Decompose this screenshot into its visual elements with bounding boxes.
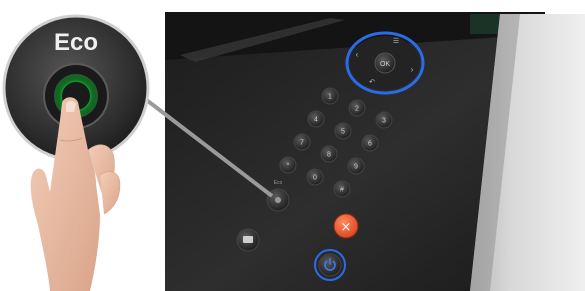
keypad-key-label: 6 — [368, 141, 372, 148]
keypad-key-label: * — [287, 163, 290, 170]
keypad-key[interactable]: 5 — [334, 122, 352, 140]
nav-pad[interactable]: OK ☰ ‹ › ↶ — [345, 31, 425, 95]
keypad-key[interactable]: * — [279, 156, 297, 174]
keypad-key[interactable]: 4 — [307, 110, 325, 128]
print-screen-button[interactable] — [236, 228, 260, 252]
keypad-key[interactable]: 8 — [320, 145, 338, 163]
stop-icon: × — [341, 220, 352, 235]
keypad-key[interactable]: 9 — [347, 157, 365, 175]
keypad-key[interactable]: 7 — [293, 133, 311, 151]
keypad-key-label: 9 — [354, 164, 358, 171]
stop-button[interactable]: × — [333, 213, 359, 239]
inset-eco-label: Eco — [54, 29, 98, 56]
keypad-key-label: 0 — [313, 175, 317, 182]
keypad-key[interactable]: 6 — [361, 134, 379, 152]
keypad-key-label: 4 — [314, 117, 318, 124]
printer-eco-scene: OK ☰ ‹ › ↶ 1 2 3 4 5 6 7 8 9 * 0 # Eco × Eco — [2, 12, 585, 291]
keypad-key-label: 7 — [300, 140, 304, 147]
keypad-key-label: 3 — [382, 118, 386, 125]
keypad-key[interactable]: 3 — [375, 111, 393, 129]
keypad-key[interactable]: 1 — [321, 87, 339, 105]
keypad-key-label: # — [340, 187, 344, 194]
keypad-key-label: 5 — [341, 129, 345, 136]
back-arrow-icon[interactable]: ↶ — [369, 79, 375, 86]
keypad-key-label: 1 — [328, 94, 332, 101]
keypad-key[interactable]: 2 — [348, 99, 366, 117]
keypad-key-label: 2 — [355, 106, 359, 113]
ok-label: OK — [380, 61, 390, 68]
chevron-right-icon[interactable]: › — [411, 65, 414, 74]
chevron-left-icon[interactable]: ‹ — [356, 50, 359, 59]
eco-leaf-icon — [275, 197, 281, 203]
print-screen-icon — [243, 236, 253, 243]
menu-icon[interactable]: ☰ — [393, 38, 399, 45]
eco-button-label: Eco — [274, 180, 283, 186]
keypad-key[interactable]: # — [333, 180, 351, 198]
keypad-key[interactable]: 0 — [306, 168, 324, 186]
power-button[interactable] — [314, 249, 346, 281]
keypad-key-label: 8 — [327, 152, 331, 159]
